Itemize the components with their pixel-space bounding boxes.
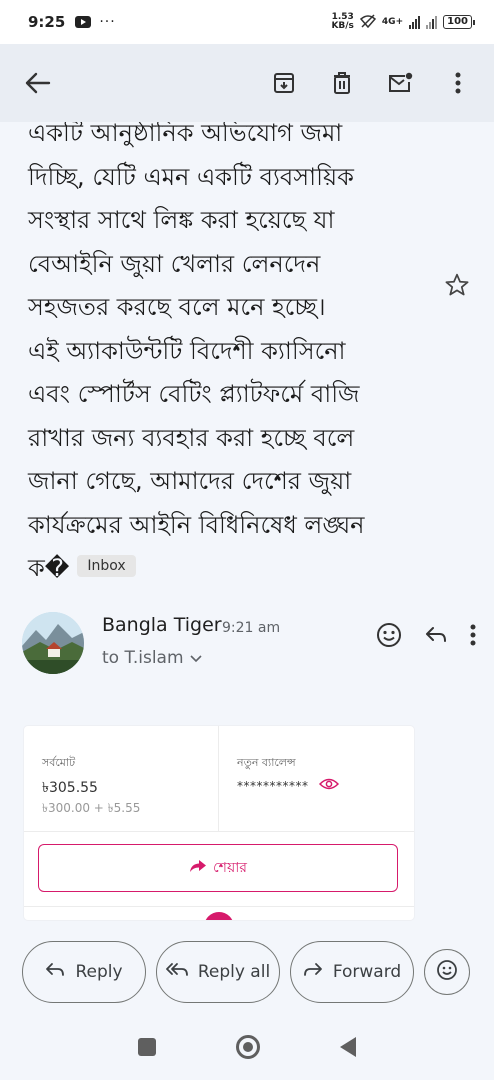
emoji-reaction-icon[interactable] [376, 622, 402, 652]
share-label: শেয়ার [213, 860, 247, 876]
reply-icon[interactable] [424, 625, 448, 649]
network-speed: 1.53 KB/s [331, 12, 354, 31]
status-time: 9:25 [28, 13, 66, 31]
card-peek-badge [204, 912, 234, 920]
recents-icon[interactable] [138, 1038, 156, 1056]
balance-masked: *********** [237, 778, 339, 793]
reply-label: Reply [75, 962, 123, 982]
delete-icon[interactable] [324, 65, 360, 101]
share-button[interactable]: শেয়ার [38, 844, 398, 892]
status-bar: 9:25 ··· 1.53 KB/s 4G+ 100 [0, 0, 494, 44]
star-outline-icon[interactable] [444, 272, 474, 302]
app-bar-actions [266, 65, 476, 101]
body-line: সহজতর করছে বলে মনে হচ্ছে। [28, 293, 326, 321]
sender-actions [376, 622, 476, 652]
card-divider [24, 906, 414, 907]
eye-icon[interactable] [318, 778, 339, 793]
transaction-card: সর্বমোট ৳305.55 ৳300.00 + ৳5.55 নতুন ব্য… [24, 726, 414, 920]
gmail-message-screen: 9:25 ··· 1.53 KB/s 4G+ 100 একটি আনুষ্ঠান… [0, 0, 494, 1080]
inbox-label-chip[interactable]: Inbox [77, 555, 136, 577]
home-icon[interactable] [236, 1035, 260, 1059]
sender-header: Bangla Tiger 9:21 am to T.islam [0, 600, 494, 690]
landscape-avatar-icon[interactable] [22, 612, 84, 674]
back-arrow-icon[interactable] [18, 63, 58, 103]
total-label: সর্বমোট [42, 756, 76, 769]
sender-time: 9:21 am [222, 620, 281, 636]
forward-icon [303, 962, 323, 983]
youtube-notification-icon [75, 16, 92, 28]
total-breakdown: ৳300.00 + ৳5.55 [42, 801, 141, 815]
wifi-off-icon [359, 13, 376, 31]
body-line: দিচ্ছি, যেটি এমন একটি ব্যবসায়িক [28, 162, 354, 191]
forward-label: Forward [332, 962, 402, 982]
nav-back-icon[interactable] [340, 1037, 356, 1057]
balance-label: নতুন ব্যালেন্স [237, 756, 296, 769]
body-line: জানা গেছে, আমাদের দেশের জুয়া [28, 467, 352, 495]
reply-all-icon [165, 962, 188, 983]
body-line: কার্যক্রমের আইনি বিধিনিষেধ লঙ্ঘন [28, 510, 365, 539]
balance-value: *********** [237, 778, 309, 793]
reply-icon [45, 962, 65, 983]
body-last-line: ক� Inbox [28, 547, 428, 591]
forward-button[interactable]: Forward [290, 941, 414, 1003]
total-section: সর্বমোট ৳305.55 ৳300.00 + ৳5.55 [24, 726, 219, 831]
emoji-icon [436, 959, 458, 986]
recipient-label: to T.islam [102, 648, 184, 668]
body-line: বেআইনি জুয়া খেলার লেনদেন [28, 249, 321, 278]
network-type: 4G+ [381, 17, 404, 27]
reply-bar: Reply Reply all Forward [0, 930, 494, 1014]
signal-strength-2-icon [426, 15, 438, 29]
body-line: রাখার জন্য ব্যবহার করা হচ্ছে বলে [28, 423, 355, 452]
emoji-reaction-button[interactable] [424, 949, 470, 995]
reply-button[interactable]: Reply [22, 941, 146, 1003]
recipient-details[interactable]: to T.islam [102, 648, 202, 668]
reply-all-button[interactable]: Reply all [156, 941, 280, 1003]
body-line: এবং স্পোর্টস বেটিং প্ল্যাটফর্মে বাজি [28, 380, 360, 408]
message-text: একটি আনুষ্ঠানিক অভিযোগ জমা দিচ্ছি, যেটি … [28, 122, 428, 591]
body-line: সংস্থার সাথে লিঙ্ক করা হয়েছে যা [28, 206, 335, 234]
body-line: এই অ্যাকাউন্টটি বিদেশী ক্যাসিনো [28, 336, 346, 365]
signal-strength-icon [409, 15, 421, 29]
balance-section: নতুন ব্যালেন্স *********** [219, 726, 414, 831]
system-nav-bar [0, 1014, 494, 1080]
reply-all-label: Reply all [197, 962, 271, 982]
status-icons: 1.53 KB/s 4G+ 100 [331, 12, 475, 31]
chevron-down-icon [189, 648, 202, 668]
archive-icon[interactable] [266, 65, 302, 101]
message-body: একটি আনুষ্ঠানিক অভিযোগ জমা দিচ্ছি, যেটি … [0, 122, 494, 592]
sender-name[interactable]: Bangla Tiger [102, 614, 222, 636]
more-vert-icon[interactable] [440, 65, 476, 101]
app-bar [0, 44, 494, 122]
body-line: ক� [28, 554, 70, 582]
total-amount: ৳305.55 [42, 780, 98, 796]
card-divider [24, 831, 414, 832]
more-notifications-icon: ··· [99, 14, 116, 30]
more-vert-icon[interactable] [470, 624, 476, 650]
share-arrow-icon [189, 859, 207, 877]
body-line: একটি আনুষ্ঠানিক অভিযোগ জমা [28, 122, 343, 147]
battery-icon: 100 [443, 15, 475, 29]
mark-unread-icon[interactable] [382, 65, 418, 101]
